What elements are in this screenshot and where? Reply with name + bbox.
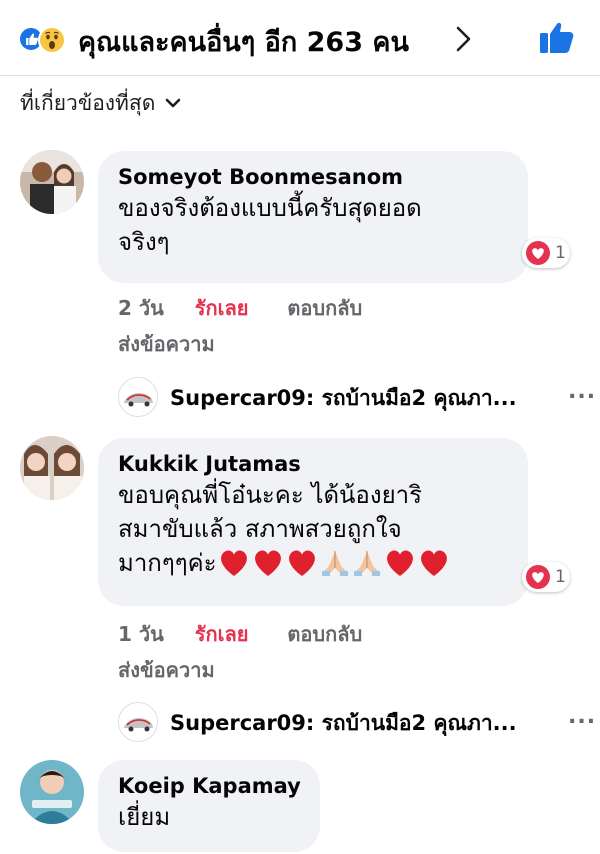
comment-bubble[interactable]: Someyot Boonmesanom ของจริงต้องแบบนี้ครั…	[98, 151, 528, 283]
love-icon	[526, 565, 550, 589]
love-icon	[526, 241, 550, 265]
heart-emoji	[220, 550, 247, 576]
love-button[interactable]: รักเลย	[195, 618, 249, 650]
reply-preview[interactable]: Supercar09: รถบ้านมือ2 คุณภา... ...	[118, 377, 598, 417]
reaction-count: 1	[555, 243, 566, 263]
comment-time: 1 วัน	[118, 622, 164, 646]
reaction-icons	[18, 24, 70, 54]
heart-emoji	[386, 550, 413, 576]
page-avatar	[118, 377, 158, 417]
comment-author[interactable]: Kukkik Jutamas	[118, 450, 508, 478]
heart-emoji	[420, 550, 447, 576]
more-options-icon[interactable]: ...	[568, 379, 596, 404]
reaction-badge[interactable]: 1	[522, 238, 570, 268]
love-button[interactable]: รักเลย	[195, 292, 249, 324]
reaction-badge[interactable]: 1	[522, 562, 570, 592]
comment-actions: 1 วัน รักเลย ตอบกลับ	[118, 618, 362, 650]
avatar[interactable]	[20, 760, 84, 824]
comment-author[interactable]: Koeip Kapamay	[118, 772, 301, 800]
comment-time: 2 วัน	[118, 296, 164, 320]
page-avatar	[118, 702, 158, 742]
comment-text: มากๆๆค่ะ	[118, 549, 217, 577]
comment-text: ขอบคุณพี่โอ๋นะคะ ได้น้องยาริ	[118, 481, 422, 509]
reply-preview-text[interactable]: Supercar09: รถบ้านมือ2 คุณภา...	[170, 382, 517, 415]
heart-emoji	[288, 550, 315, 576]
sort-label: ที่เกี่ยวข้องที่สุด	[20, 90, 156, 115]
reactions-summary-text[interactable]: คุณและคนอื่นๆ อีก 263 คน	[78, 20, 409, 63]
heart-emoji	[254, 550, 281, 576]
comment-author[interactable]: Someyot Boonmesanom	[118, 163, 508, 191]
comment-text: ของจริงต้องแบบนี้ครับสุดยอด	[118, 194, 422, 222]
reply-preview-text[interactable]: Supercar09: รถบ้านมือ2 คุณภา...	[170, 707, 517, 740]
comment-actions: 2 วัน รักเลย ตอบกลับ	[118, 292, 362, 324]
message-button[interactable]: ส่งข้อความ	[118, 654, 215, 686]
reactions-summary-bar[interactable]: คุณและคนอื่นๆ อีก 263 คน	[0, 0, 600, 76]
chevron-down-icon	[166, 98, 181, 108]
reply-button[interactable]: ตอบกลับ	[287, 292, 362, 324]
comment-bubble[interactable]: Kukkik Jutamas ขอบคุณพี่โอ๋นะคะ ได้น้องย…	[98, 438, 528, 606]
reaction-count: 1	[555, 567, 566, 587]
comment-text: สมาขับแล้ว สภาพสวยถูกใจ	[118, 515, 402, 543]
thumbs-up-icon[interactable]	[538, 18, 576, 56]
comment-text: จริงๆ	[118, 228, 170, 256]
comment-text: เยี่ยม	[118, 803, 171, 831]
praying-hands-emoji	[353, 551, 380, 576]
comment-text-line: มากๆๆค่ะ	[118, 546, 508, 580]
avatar[interactable]	[20, 150, 84, 214]
reply-preview[interactable]: Supercar09: รถบ้านมือ2 คุณภา... ...	[118, 702, 598, 742]
praying-hands-emoji	[321, 551, 348, 576]
wow-icon	[38, 26, 66, 54]
more-options-icon[interactable]: ...	[568, 704, 596, 729]
comment-sort-selector[interactable]: ที่เกี่ยวข้องที่สุด	[20, 88, 181, 118]
chevron-right-icon[interactable]	[454, 24, 474, 54]
message-button[interactable]: ส่งข้อความ	[118, 328, 215, 360]
reply-button[interactable]: ตอบกลับ	[287, 618, 362, 650]
comment-bubble[interactable]: Koeip Kapamay เยี่ยม	[98, 760, 320, 852]
avatar[interactable]	[20, 436, 84, 500]
